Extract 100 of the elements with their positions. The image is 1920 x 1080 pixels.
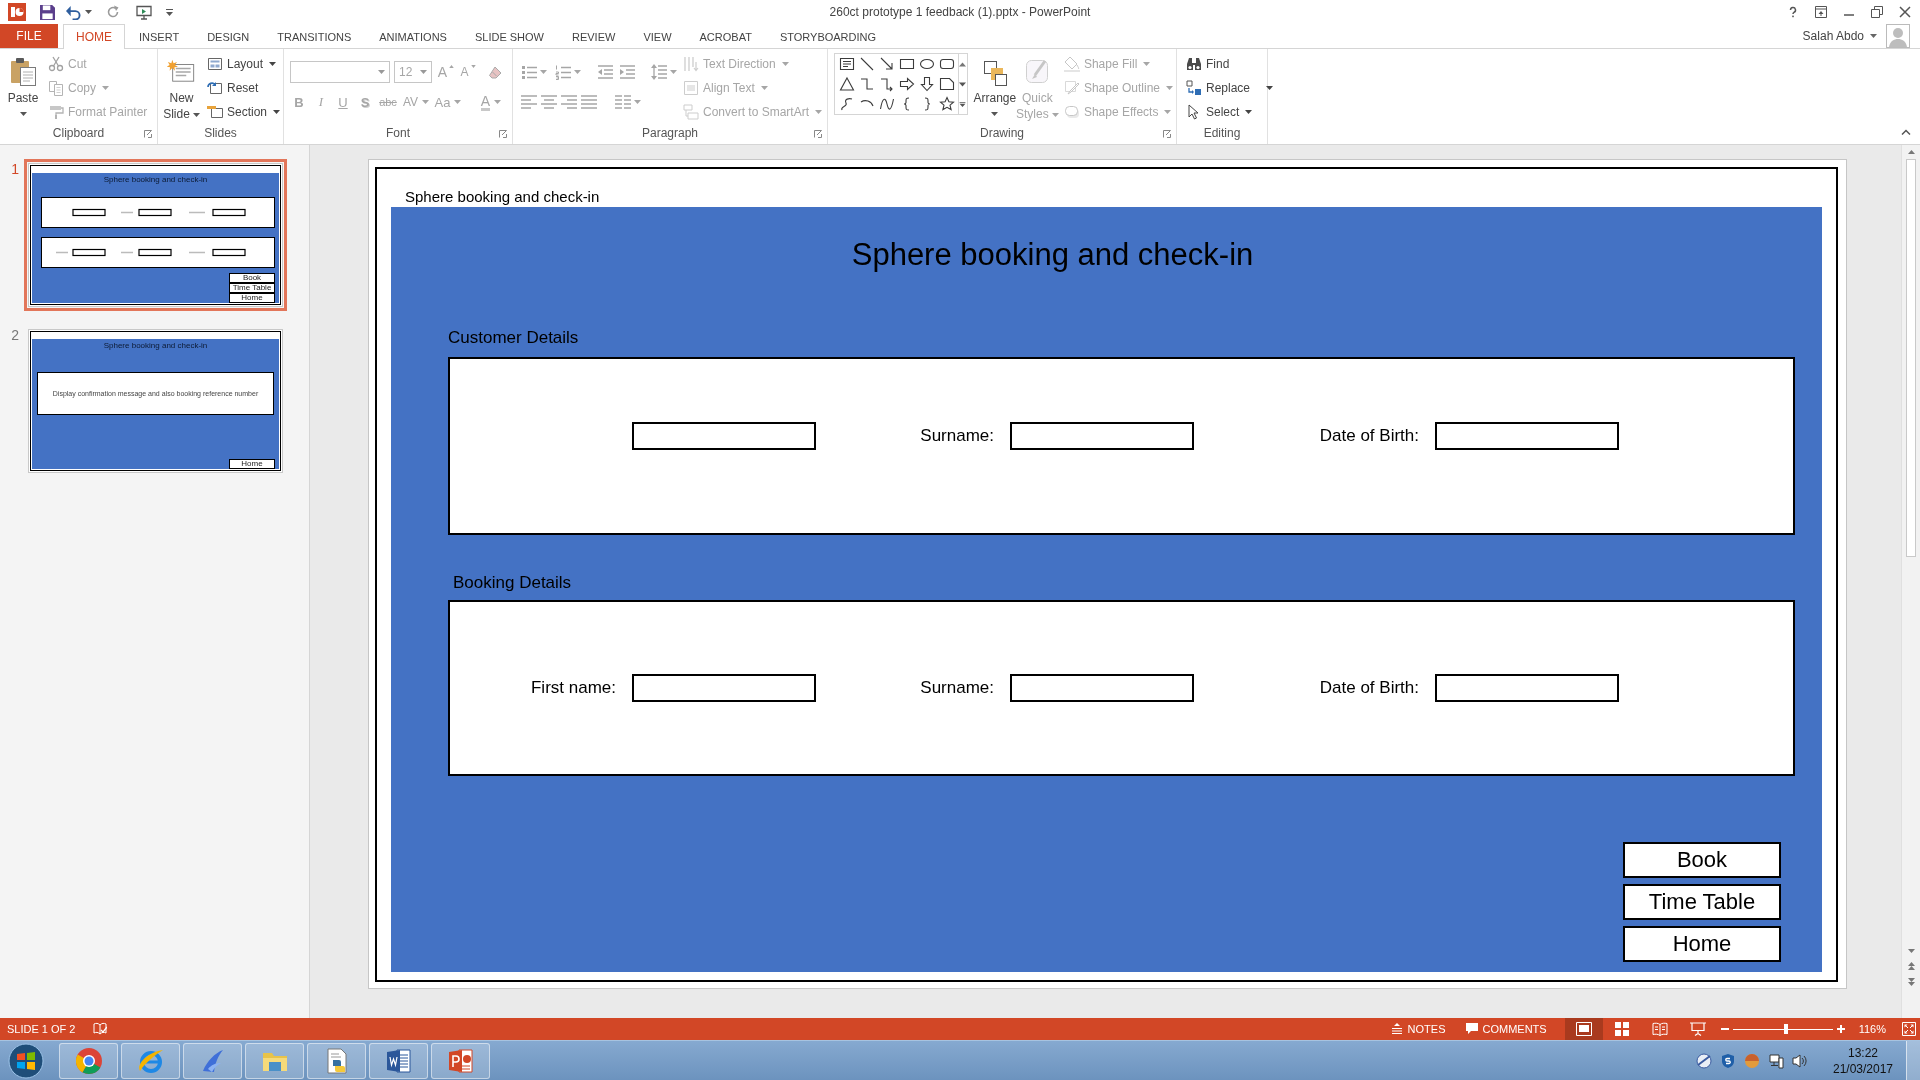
reset-button[interactable]: Reset (203, 77, 283, 99)
ribbon-tab[interactable]: HOME (63, 24, 125, 49)
right-arrow-icon[interactable] (899, 76, 915, 92)
normal-view-button[interactable] (1564, 1018, 1603, 1040)
clock-date[interactable]: 21/03/2017 (1832, 1060, 1894, 1077)
slide-counter: SLIDE 1 OF 2 (7, 1023, 76, 1035)
line-icon[interactable] (859, 56, 875, 72)
form-button[interactable]: Home (1623, 926, 1781, 962)
caret-icon[interactable] (85, 10, 92, 14)
new-slide-button[interactable]: New Slide (160, 53, 203, 126)
taskbar-button[interactable] (431, 1042, 490, 1079)
taskbar-button[interactable] (59, 1042, 118, 1079)
star-icon[interactable] (939, 96, 955, 112)
scrollbar[interactable] (1901, 145, 1920, 1018)
projector-screen-icon (1689, 1022, 1706, 1036)
ribbon-display-options-icon[interactable] (1815, 6, 1827, 18)
replace-button[interactable]: Replace (1183, 77, 1277, 99)
ribbon-tab[interactable]: VIEW (629, 24, 686, 48)
user-name[interactable]: Salah Abdo (1802, 29, 1864, 43)
ribbon-tab[interactable]: DESIGN (193, 24, 264, 48)
elbow-arrow-icon[interactable] (879, 76, 895, 92)
select-button[interactable]: Select (1183, 101, 1277, 123)
field-label: Date of Birth: (1319, 678, 1419, 698)
zoom-level[interactable]: 116% (1858, 1023, 1886, 1035)
thumbnail-button: Home (229, 459, 275, 469)
customize-toolbar-icon[interactable] (166, 8, 173, 16)
squiggle-icon[interactable] (839, 96, 855, 112)
slashed-circle-icon[interactable] (1696, 1052, 1712, 1069)
increase-indent-icon[interactable] (619, 64, 635, 80)
ribbon-tab[interactable]: REVIEW (558, 24, 630, 48)
arrow-icon[interactable] (879, 56, 895, 72)
layout-icon (206, 56, 223, 72)
scroll-down-icon[interactable] (1907, 949, 1915, 953)
ribbon-tab[interactable]: SLIDE SHOW (460, 24, 558, 48)
caret-icon (634, 100, 641, 104)
ribbon-tab[interactable]: INSERT (125, 24, 194, 48)
text-field[interactable] (1010, 674, 1194, 702)
undo-icon[interactable] (66, 4, 81, 20)
previous-slide-icon[interactable] (1907, 962, 1915, 970)
ribbon-tab[interactable]: ACROBAT (685, 24, 766, 48)
arrange-button[interactable]: Arrange (974, 53, 1015, 126)
section-button[interactable]: Section (203, 101, 283, 123)
comments-button[interactable]: COMMENTS (1465, 1018, 1547, 1040)
down-arrow-icon[interactable] (919, 76, 935, 92)
triangle-icon[interactable] (839, 76, 855, 92)
start-orb-icon[interactable] (8, 1042, 44, 1079)
text-field[interactable] (1435, 422, 1619, 450)
paste-button[interactable]: Paste (2, 53, 44, 126)
dialog-launcher-icon[interactable] (1163, 130, 1171, 138)
ribbon-tab[interactable]: STORYBOARDING (765, 24, 891, 48)
ribbon-tab[interactable]: FILE (0, 24, 58, 48)
shield-icon[interactable] (1720, 1052, 1736, 1069)
app-logo-icon[interactable] (8, 3, 26, 21)
open-book-icon (1651, 1022, 1668, 1036)
scrollbar-thumb[interactable] (1906, 159, 1916, 557)
text-field[interactable] (632, 422, 816, 450)
rectangle-icon[interactable] (899, 56, 915, 72)
text-field[interactable] (1435, 674, 1619, 702)
form-button[interactable]: Time Table (1623, 884, 1781, 920)
taskbar-button[interactable] (369, 1042, 428, 1079)
line-spacing-icon[interactable] (651, 64, 667, 80)
fit-to-window-icon[interactable] (1902, 1022, 1916, 1036)
next-slide-icon[interactable] (1907, 978, 1915, 986)
ribbon-tab[interactable]: ANIMATIONS (365, 24, 461, 48)
help-icon[interactable] (1787, 6, 1799, 18)
caret-icon[interactable] (1870, 34, 1877, 38)
slide-thumbnail[interactable]: Sphere booking and check-in Book Time Table Home (24, 159, 287, 311)
scroll-up-icon[interactable] (1907, 150, 1915, 154)
shapes-gallery[interactable] (834, 53, 959, 115)
eraser-icon[interactable] (488, 64, 504, 80)
form-button[interactable]: Book (1623, 842, 1781, 878)
repeat-icon[interactable] (106, 5, 120, 19)
dialog-launcher-icon[interactable] (144, 130, 152, 138)
close-icon[interactable] (1899, 6, 1911, 18)
zoom-in-icon[interactable] (1836, 1025, 1845, 1033)
notes-button[interactable]: NOTES (1390, 1018, 1446, 1040)
collapse-ribbon-icon[interactable] (1901, 129, 1911, 135)
text-field[interactable] (1010, 422, 1194, 450)
spelling-check-icon[interactable] (93, 1022, 108, 1036)
clock-time[interactable]: 13:22 (1848, 1044, 1878, 1061)
decrease-indent-icon[interactable] (597, 64, 613, 80)
save-icon[interactable] (40, 4, 55, 20)
zoom-slider-thumb[interactable] (1783, 1024, 1788, 1034)
scroll-down-icon[interactable] (959, 81, 967, 87)
restore-icon[interactable] (1871, 6, 1883, 18)
speaker-icon[interactable] (1792, 1052, 1808, 1069)
text-box-icon[interactable] (839, 56, 855, 72)
curve-icon[interactable] (879, 96, 895, 112)
network-icon[interactable] (1768, 1052, 1784, 1069)
taskbar-button[interactable] (307, 1042, 366, 1079)
find-button[interactable]: Find (1183, 53, 1277, 75)
layout-button[interactable]: Layout (203, 53, 283, 75)
slide-sorter-icon (1613, 1022, 1630, 1036)
more-icon[interactable] (959, 101, 967, 107)
monitor-play-icon[interactable] (136, 4, 152, 20)
text-field[interactable] (632, 674, 816, 702)
numbered-list-icon[interactable] (555, 64, 571, 80)
ribbon-tab[interactable]: TRANSITIONS (263, 24, 366, 48)
scroll-up-icon[interactable] (959, 61, 967, 67)
taskbar-button[interactable] (183, 1042, 242, 1079)
